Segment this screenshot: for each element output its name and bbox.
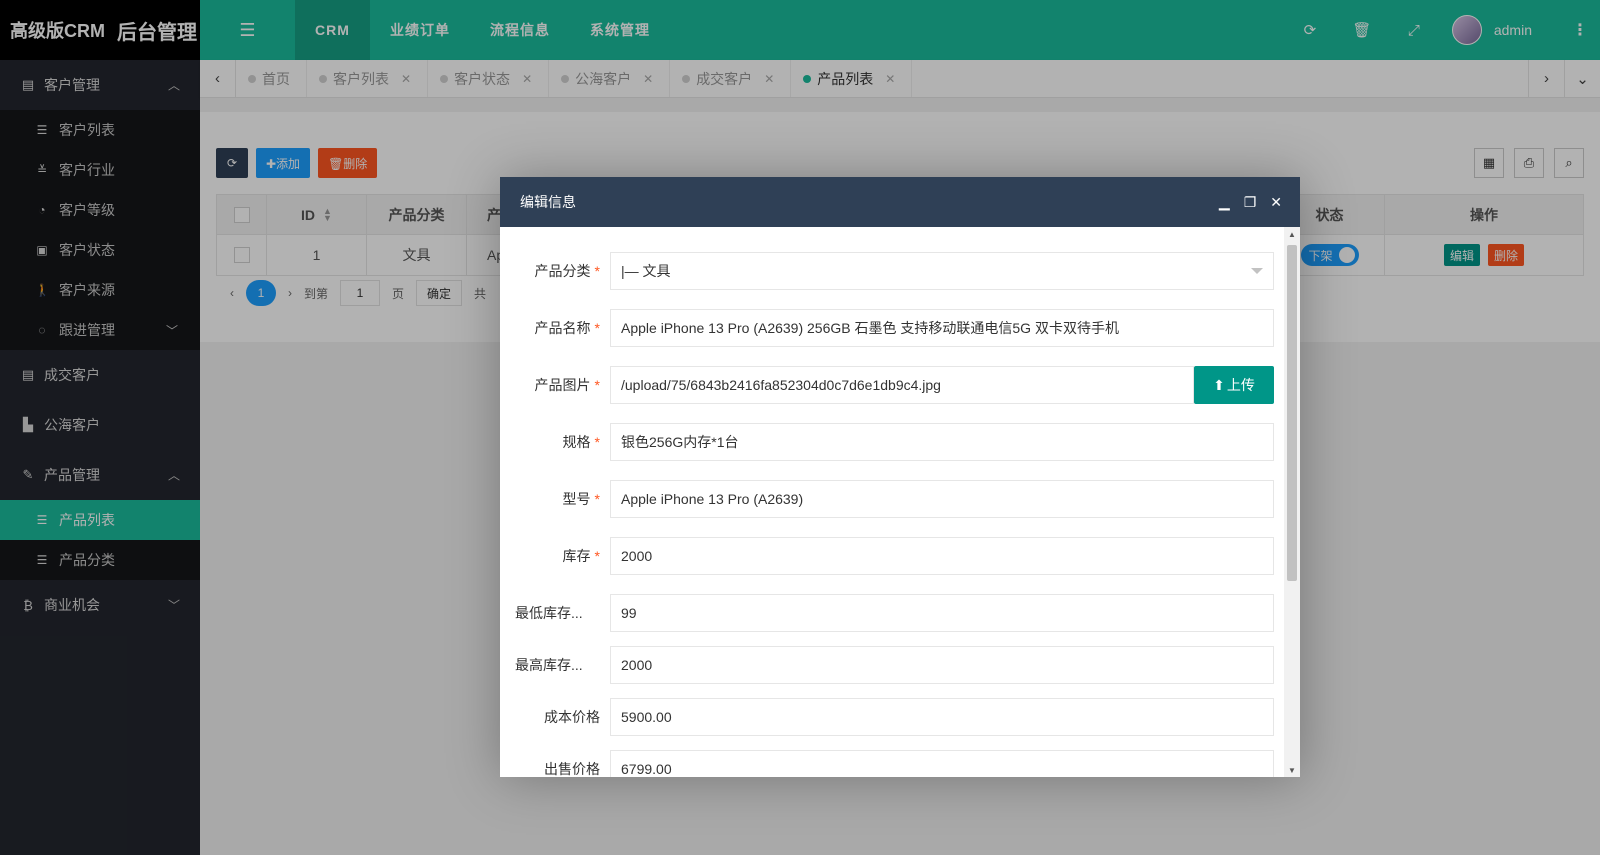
modal-header: 编辑信息 ▁ ❐ ✕ bbox=[500, 177, 1300, 227]
required-mark: * bbox=[594, 320, 600, 336]
product-image-input[interactable]: /upload/75/6843b2416fa852304d0c7d6e1db9c… bbox=[610, 366, 1194, 404]
label-text: 规格 bbox=[562, 434, 591, 450]
form-row-model: 型号 * Apple iPhone 13 Pro (A2639) bbox=[500, 480, 1284, 518]
edit-modal: 编辑信息 ▁ ❐ ✕ 产品分类 * |— 文具 产品名称 * Apple iPhon… bbox=[500, 177, 1300, 777]
select-value: |— 文具 bbox=[621, 263, 671, 279]
spec-input[interactable]: 银色256G内存*1台 bbox=[610, 423, 1274, 461]
min-stock-input[interactable]: 99 bbox=[610, 594, 1274, 632]
required-mark: * bbox=[594, 263, 600, 279]
form-row-min-stock: 最低库存... 99 bbox=[500, 594, 1284, 632]
form-row-max-stock: 最高库存... 2000 bbox=[500, 646, 1284, 684]
form-row-name: 产品名称 * Apple iPhone 13 Pro (A2639) 256GB … bbox=[500, 309, 1284, 347]
field-label: 产品分类 * bbox=[510, 252, 600, 290]
form-row-sale-price: 出售价格 6799.00 bbox=[500, 750, 1284, 777]
required-mark: * bbox=[594, 491, 600, 507]
modal-body: 产品分类 * |— 文具 产品名称 * Apple iPhone 13 Pro (A… bbox=[500, 227, 1284, 777]
required-mark: * bbox=[594, 548, 600, 564]
field-label: 库存 * bbox=[510, 537, 600, 575]
field-label: 最高库存... bbox=[515, 657, 583, 673]
close-icon[interactable]: ✕ bbox=[1270, 194, 1282, 211]
required-mark: * bbox=[594, 377, 600, 393]
scroll-thumb[interactable] bbox=[1287, 245, 1297, 581]
label-text: 产品名称 bbox=[534, 320, 591, 336]
field-label: 型号 * bbox=[510, 480, 600, 518]
maximize-icon[interactable]: ❐ bbox=[1244, 194, 1257, 211]
modal-title: 编辑信息 bbox=[520, 194, 576, 210]
stock-input[interactable]: 2000 bbox=[610, 537, 1274, 575]
model-input[interactable]: Apple iPhone 13 Pro (A2639) bbox=[610, 480, 1274, 518]
field-label: 产品图片 * bbox=[510, 366, 600, 404]
field-label: 规格 * bbox=[510, 423, 600, 461]
form-row-category: 产品分类 * |— 文具 bbox=[500, 252, 1284, 290]
label-text: 型号 bbox=[562, 491, 591, 507]
field-label: 产品名称 * bbox=[510, 309, 600, 347]
minimize-icon[interactable]: ▁ bbox=[1219, 194, 1230, 211]
product-name-input[interactable]: Apple iPhone 13 Pro (A2639) 256GB 石墨色 支持… bbox=[610, 309, 1274, 347]
label-text: 产品图片 bbox=[534, 377, 591, 393]
field-label: 最低库存... bbox=[515, 605, 583, 621]
field-label: 成本价格 bbox=[544, 709, 600, 725]
form-row-image: 产品图片 * /upload/75/6843b2416fa852304d0c7d6… bbox=[500, 366, 1284, 404]
upload-button[interactable]: ⬆ 上传 bbox=[1194, 366, 1274, 404]
category-select[interactable]: |— 文具 bbox=[610, 252, 1274, 290]
field-label: 出售价格 bbox=[544, 761, 600, 777]
cost-price-input[interactable]: 5900.00 bbox=[610, 698, 1274, 736]
label-text: 产品分类 bbox=[534, 263, 591, 279]
caret-down-icon bbox=[1251, 268, 1263, 274]
upload-icon: ⬆ bbox=[1213, 376, 1225, 393]
upload-label: 上传 bbox=[1226, 377, 1255, 393]
form-row-cost-price: 成本价格 5900.00 bbox=[500, 698, 1284, 736]
label-text: 库存 bbox=[562, 548, 591, 564]
form-row-stock: 库存 * 2000 bbox=[500, 537, 1284, 575]
max-stock-input[interactable]: 2000 bbox=[610, 646, 1274, 684]
scroll-down-icon[interactable]: ▼ bbox=[1284, 763, 1300, 777]
scroll-up-icon[interactable]: ▲ bbox=[1284, 227, 1300, 241]
sale-price-input[interactable]: 6799.00 bbox=[610, 750, 1274, 777]
modal-controls: ▁ ❐ ✕ bbox=[1219, 177, 1282, 227]
required-mark: * bbox=[594, 434, 600, 450]
form-row-spec: 规格 * 银色256G内存*1台 bbox=[500, 423, 1284, 461]
modal-scrollbar[interactable]: ▲ ▼ bbox=[1284, 227, 1300, 777]
